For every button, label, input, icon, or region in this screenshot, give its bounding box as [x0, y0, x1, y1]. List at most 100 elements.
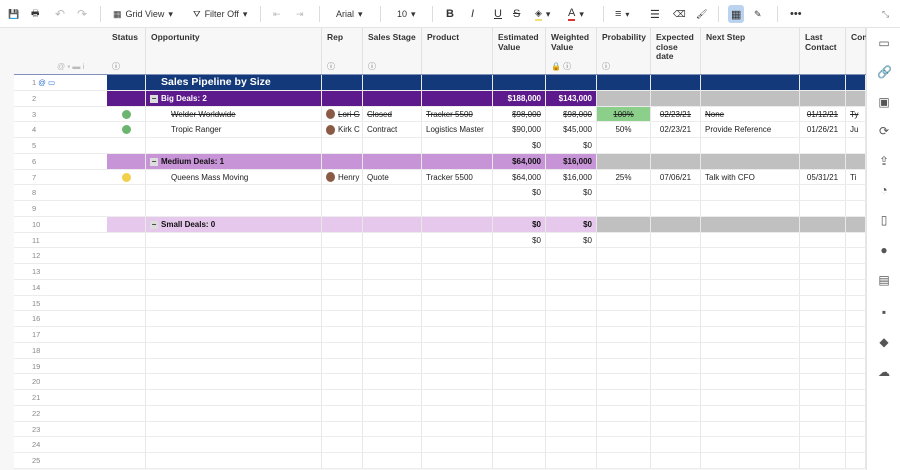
- cell-prob[interactable]: [597, 327, 651, 342]
- cell-last[interactable]: [800, 421, 846, 437]
- cell-con[interactable]: [846, 437, 866, 452]
- cell-product[interactable]: Tracker 5500: [422, 106, 493, 122]
- row-number[interactable]: 19: [14, 358, 107, 374]
- row-number[interactable]: 5: [14, 138, 107, 153]
- cell-status[interactable]: [107, 248, 146, 263]
- cell-stage[interactable]: [363, 327, 422, 342]
- align-icon[interactable]: ≡ ▾: [615, 5, 629, 23]
- comment-icon[interactable]: ▭: [877, 36, 891, 50]
- row-comment-icon[interactable]: @ ▭: [36, 78, 55, 87]
- cell-est[interactable]: [493, 405, 546, 421]
- cell-con[interactable]: [846, 248, 866, 263]
- table-row[interactable]: 24: [14, 437, 866, 453]
- cell-prob[interactable]: [597, 90, 651, 106]
- cell-opportunity[interactable]: Tropic Ranger: [146, 122, 322, 137]
- cell-close[interactable]: [651, 138, 701, 153]
- table-row[interactable]: 10 − Small Deals: 0 $0 $0: [14, 216, 866, 233]
- cell-stage[interactable]: [363, 421, 422, 437]
- cell-prob[interactable]: [597, 138, 651, 153]
- cell-status[interactable]: [107, 358, 146, 374]
- cell-next[interactable]: [701, 153, 800, 169]
- cell-product[interactable]: [422, 279, 493, 295]
- table-row[interactable]: 20: [14, 374, 866, 390]
- cell-next[interactable]: [701, 453, 800, 468]
- cell-stage[interactable]: [363, 374, 422, 389]
- cell-close[interactable]: [651, 216, 701, 232]
- text-color-icon[interactable]: A ▾: [568, 5, 584, 23]
- info-icon[interactable]: ⓘ: [327, 62, 335, 72]
- cell-est[interactable]: [493, 327, 546, 342]
- cell-prob[interactable]: [597, 390, 651, 405]
- cell-status[interactable]: [107, 405, 146, 421]
- cell-weighted[interactable]: [546, 248, 597, 263]
- summary-icon[interactable]: ▤: [877, 273, 891, 287]
- cell-opportunity[interactable]: [146, 405, 322, 421]
- row-number[interactable]: 23: [14, 421, 107, 437]
- cell-product[interactable]: [422, 295, 493, 311]
- info-icon[interactable]: ⓘ: [368, 62, 376, 72]
- cell-last[interactable]: [800, 405, 846, 421]
- cell-close[interactable]: [651, 311, 701, 326]
- cell-product[interactable]: [422, 216, 493, 232]
- row-number[interactable]: 25: [14, 453, 107, 468]
- cell-opportunity[interactable]: [146, 453, 322, 468]
- cell-last[interactable]: [800, 232, 846, 248]
- cell-rep[interactable]: [322, 295, 363, 311]
- cell-next[interactable]: Provide Reference: [701, 122, 800, 137]
- cell-status[interactable]: [107, 122, 146, 137]
- table-row[interactable]: 18: [14, 342, 866, 359]
- cell-con[interactable]: [846, 232, 866, 248]
- cell-prob[interactable]: [597, 232, 651, 248]
- collapse-icon[interactable]: ⤡: [882, 5, 889, 23]
- cell-status[interactable]: [107, 421, 146, 437]
- cell-close[interactable]: [651, 201, 701, 216]
- table-row[interactable]: 11 $0 $0: [14, 232, 866, 249]
- cell-status[interactable]: [107, 90, 146, 106]
- cell-prob[interactable]: [597, 311, 651, 326]
- cell-next[interactable]: [701, 421, 800, 437]
- table-row[interactable]: 19: [14, 358, 866, 375]
- cell-weighted[interactable]: [546, 75, 597, 90]
- undo-icon[interactable]: ↶: [55, 5, 65, 23]
- cell-next[interactable]: [701, 248, 800, 263]
- cell-weighted[interactable]: [546, 264, 597, 279]
- cell-last[interactable]: [800, 153, 846, 169]
- cell-product[interactable]: [422, 327, 493, 342]
- cell-rep[interactable]: [322, 75, 363, 90]
- cell-weighted[interactable]: [546, 405, 597, 421]
- cell-est[interactable]: [493, 437, 546, 452]
- cell-product[interactable]: [422, 138, 493, 153]
- bulb-icon[interactable]: ●: [877, 243, 891, 257]
- cell-est[interactable]: $64,000: [493, 153, 546, 169]
- cell-next[interactable]: [701, 232, 800, 248]
- cell-last[interactable]: [800, 437, 846, 452]
- column-header-con[interactable]: Con: [846, 28, 866, 75]
- cell-con[interactable]: [846, 279, 866, 295]
- collapse-group-icon[interactable]: −: [150, 220, 158, 229]
- cell-next[interactable]: [701, 390, 800, 405]
- cell-prob[interactable]: [597, 201, 651, 216]
- cell-next[interactable]: None: [701, 106, 800, 122]
- cell-weighted[interactable]: $16,000: [546, 153, 597, 169]
- row-number[interactable]: 2: [14, 90, 107, 106]
- cell-status[interactable]: [107, 169, 146, 185]
- cell-weighted[interactable]: [546, 421, 597, 437]
- cell-stage[interactable]: [363, 201, 422, 216]
- cell-status[interactable]: [107, 106, 146, 122]
- cell-con[interactable]: [846, 295, 866, 311]
- cell-rep[interactable]: [322, 138, 363, 153]
- cell-status[interactable]: [107, 232, 146, 248]
- cell-product[interactable]: [422, 437, 493, 452]
- cell-prob[interactable]: [597, 421, 651, 437]
- cell-rep[interactable]: [322, 185, 363, 200]
- cell-opportunity[interactable]: [146, 421, 322, 437]
- cell-last[interactable]: [800, 201, 846, 216]
- cell-est[interactable]: [493, 342, 546, 358]
- cell-product[interactable]: Logistics Master: [422, 122, 493, 137]
- cell-est[interactable]: [493, 248, 546, 263]
- cell-product[interactable]: [422, 453, 493, 468]
- cell-est[interactable]: [493, 295, 546, 311]
- cell-close[interactable]: [651, 232, 701, 248]
- cell-next[interactable]: [701, 358, 800, 374]
- cell-last[interactable]: [800, 264, 846, 279]
